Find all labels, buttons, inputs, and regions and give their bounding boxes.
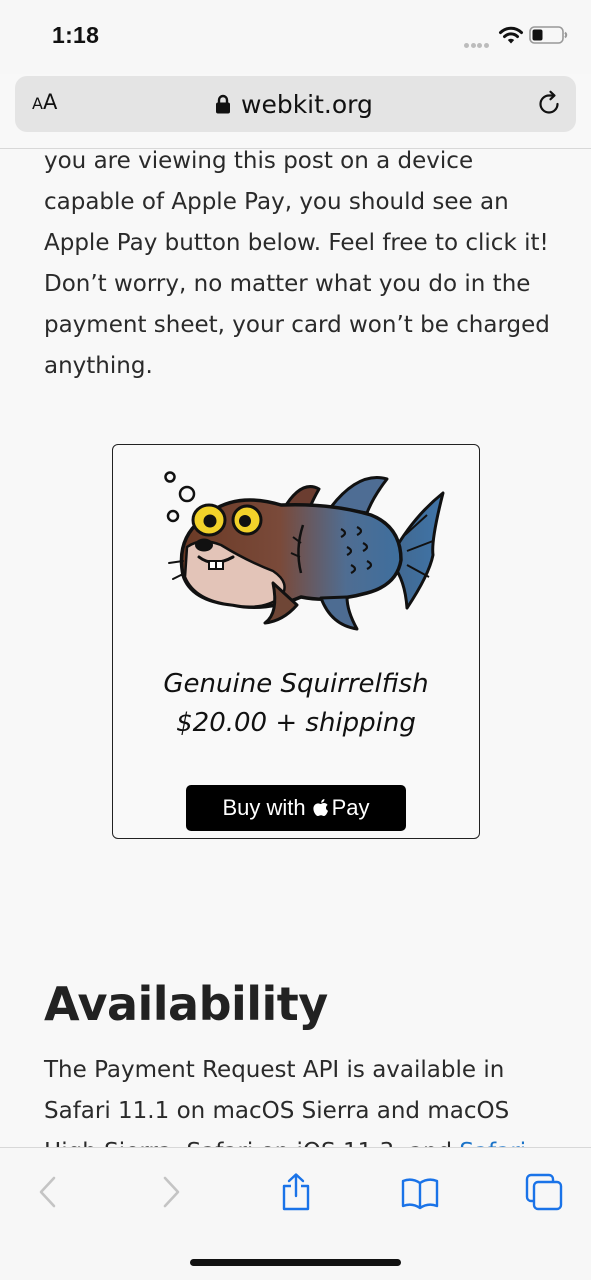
home-indicator[interactable] [190, 1259, 401, 1266]
lock-icon [216, 94, 230, 114]
squirrelfish-image [164, 471, 445, 631]
share-icon[interactable] [276, 1172, 316, 1212]
text-size-large-label: A [42, 90, 58, 114]
availability-paragraph: The Payment Request API is available in … [44, 1050, 554, 1147]
web-content[interactable]: you are viewing this post on a device ca… [0, 149, 591, 1147]
status-bar: 1:18 [0, 0, 591, 74]
text-size-button[interactable]: AA [32, 90, 57, 120]
buy-with-apple-pay-button[interactable]: Buy with Pay [186, 785, 406, 831]
safari-link[interactable]: Safari [459, 1139, 526, 1147]
wifi-icon [499, 26, 523, 44]
text-size-small-label: A [32, 94, 43, 113]
availability-text: The Payment Request API is available in … [44, 1057, 510, 1147]
forward-icon[interactable] [151, 1172, 191, 1212]
bookmarks-icon[interactable] [400, 1172, 440, 1212]
address-bar[interactable]: AA webkit.org [15, 76, 576, 132]
applepay-button-suffix: Pay [331, 795, 370, 820]
back-icon[interactable] [28, 1172, 68, 1212]
url-text: webkit.org [241, 89, 373, 119]
url-field[interactable]: webkit.org [215, 88, 373, 120]
battery-icon [529, 26, 568, 44]
tabs-icon[interactable] [524, 1172, 564, 1212]
cellular-signal-icon [464, 35, 490, 48]
applepay-button-prefix: Buy with [222, 795, 306, 820]
reload-icon[interactable] [535, 90, 563, 118]
product-card: Genuine Squirrelfish $20.00 + shipping B… [112, 444, 480, 839]
apple-logo-icon [313, 798, 328, 816]
availability-heading: Availability [44, 977, 328, 1031]
product-name: Genuine Squirrelfish [163, 669, 429, 699]
article-paragraph: you are viewing this post on a device ca… [44, 149, 550, 379]
product-price: $20.00 + shipping [176, 708, 416, 738]
status-time: 1:18 [52, 22, 100, 48]
